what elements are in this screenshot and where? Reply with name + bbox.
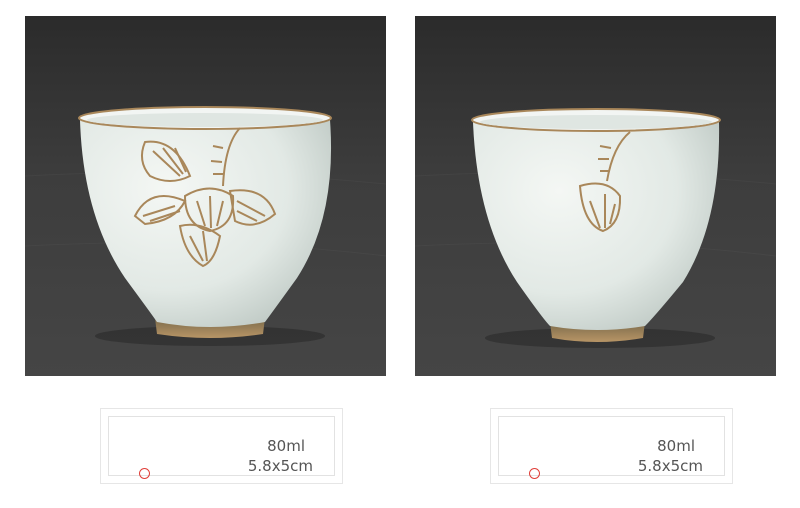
capacity-label: 80ml bbox=[267, 437, 305, 455]
spec-card-bud: 80ml 5.8x5cm bbox=[490, 408, 733, 484]
product-photo-bud-cup bbox=[415, 16, 776, 376]
dimensions-label: 5.8x5cm bbox=[247, 457, 313, 475]
dimensions-label: 5.8x5cm bbox=[637, 457, 703, 475]
product-photo-lotus-cup bbox=[25, 16, 386, 376]
spec-card-inner: 80ml 5.8x5cm bbox=[498, 416, 725, 479]
circle-marker-icon bbox=[529, 468, 540, 479]
circle-marker-icon bbox=[139, 468, 150, 479]
spec-card-inner: 80ml 5.8x5cm bbox=[108, 416, 335, 479]
capacity-label: 80ml bbox=[657, 437, 695, 455]
spec-card-lotus: 80ml 5.8x5cm bbox=[100, 408, 343, 484]
